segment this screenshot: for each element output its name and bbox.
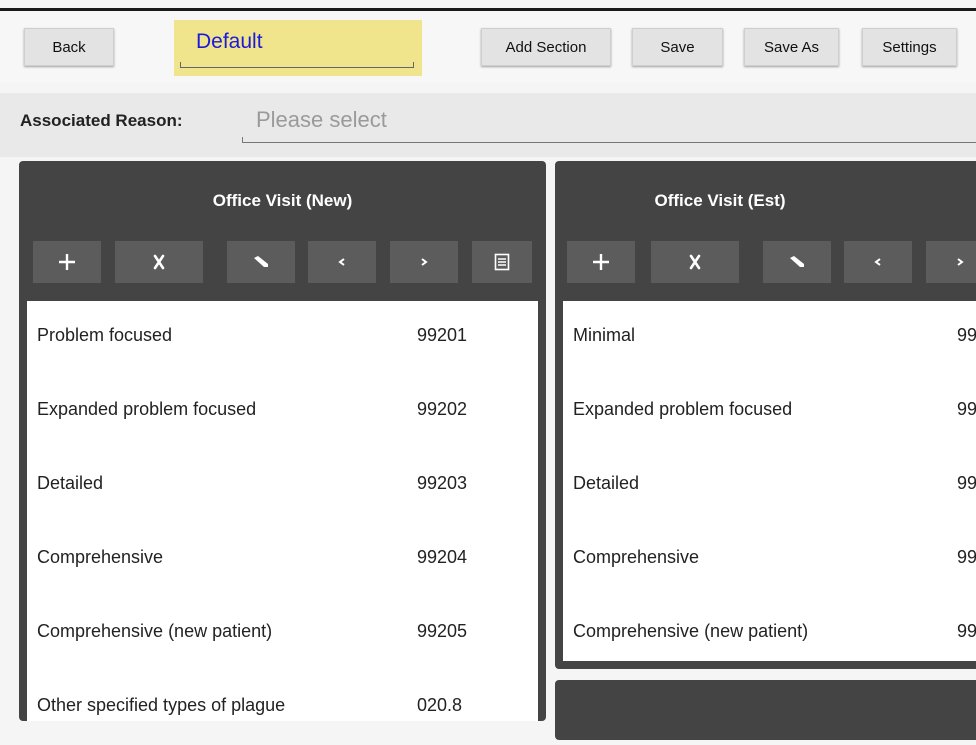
add-section-button[interactable]: Add Section xyxy=(481,28,611,66)
plus-icon xyxy=(59,254,75,270)
section-panel-office-visit-new: Office Visit (New) Problem focused 99201… xyxy=(19,161,546,721)
item-label: Comprehensive (new patient) xyxy=(573,621,809,641)
item-code: 99204 xyxy=(417,547,468,567)
item-code: 99 xyxy=(957,325,976,345)
delete-item-button[interactable] xyxy=(651,241,739,283)
item-code: 99203 xyxy=(417,473,468,493)
item-label: Comprehensive xyxy=(37,547,164,567)
list-item[interactable]: Comprehensive 99 xyxy=(563,523,976,597)
associated-reason-label: Associated Reason: xyxy=(20,111,183,130)
list-item[interactable]: Comprehensive 99204 xyxy=(27,523,538,597)
add-item-button[interactable] xyxy=(33,241,101,283)
template-title: Default xyxy=(196,30,263,53)
item-label: Comprehensive (new patient) xyxy=(37,621,273,641)
section-panel-next xyxy=(555,680,976,740)
section-panel-office-visit-est: Office Visit (Est) Minimal 99 Expanded p… xyxy=(555,161,976,669)
plus-icon xyxy=(593,254,609,270)
item-label: Expanded problem focused xyxy=(573,399,793,419)
item-label: Comprehensive xyxy=(573,547,700,567)
list-item[interactable]: Expanded problem focused 99 xyxy=(563,375,976,449)
list-item[interactable]: Other specified types of plague 020.8 xyxy=(27,671,538,745)
save-button[interactable]: Save xyxy=(632,28,723,66)
item-code: 99 xyxy=(957,621,976,641)
reason-underline xyxy=(242,137,976,143)
list-item[interactable]: Problem focused 99201 xyxy=(27,301,538,375)
item-code: 99201 xyxy=(417,325,468,345)
panel-title: Office Visit (Est) xyxy=(654,191,786,210)
chevron-left-icon xyxy=(338,258,345,266)
item-label: Other specified types of plague xyxy=(37,695,286,715)
settings-button[interactable]: Settings xyxy=(862,28,957,66)
list-item[interactable]: Minimal 99 xyxy=(563,301,976,375)
item-label: Detailed xyxy=(37,473,104,493)
cross-icon xyxy=(153,254,165,270)
pencil-icon xyxy=(790,256,804,267)
chevron-right-icon xyxy=(957,258,964,266)
delete-item-button[interactable] xyxy=(115,241,203,283)
add-item-button[interactable] xyxy=(567,241,635,283)
edit-item-button[interactable] xyxy=(227,241,295,283)
list-item[interactable]: Expanded problem focused 99202 xyxy=(27,375,538,449)
item-label: Detailed xyxy=(573,473,640,493)
item-list: Minimal 99 Expanded problem focused 99 D… xyxy=(563,301,976,661)
item-code: 99205 xyxy=(417,621,468,641)
item-code: 020.8 xyxy=(417,695,463,715)
move-left-button[interactable] xyxy=(308,241,376,283)
list-item[interactable]: Detailed 99203 xyxy=(27,449,538,523)
item-label: Problem focused xyxy=(37,325,173,345)
chevron-left-icon xyxy=(874,258,881,266)
pencil-icon xyxy=(254,256,268,267)
item-code: 99202 xyxy=(417,399,468,419)
cross-icon xyxy=(689,254,701,270)
list-view-button[interactable] xyxy=(472,241,532,283)
edit-item-button[interactable] xyxy=(763,241,831,283)
item-label: Expanded problem focused xyxy=(37,399,257,419)
save-as-button[interactable]: Save As xyxy=(744,28,839,66)
list-item[interactable]: Comprehensive (new patient) 99205 xyxy=(27,597,538,671)
move-left-button[interactable] xyxy=(844,241,912,283)
item-code: 99 xyxy=(957,547,976,567)
back-button[interactable]: Back xyxy=(24,28,114,66)
list-item[interactable]: Comprehensive (new patient) 99 xyxy=(563,597,976,671)
item-code: 99 xyxy=(957,399,976,419)
item-code: 99 xyxy=(957,473,976,493)
item-list: Problem focused 99201 Expanded problem f… xyxy=(27,301,538,721)
associated-reason-select[interactable]: Please select xyxy=(256,107,387,133)
list-icon xyxy=(494,253,510,271)
chevron-right-icon xyxy=(421,258,428,266)
associated-reason-bar: Associated Reason: Please select xyxy=(0,93,976,157)
list-item[interactable]: Detailed 99 xyxy=(563,449,976,523)
template-title-field[interactable]: Default xyxy=(174,20,422,76)
title-underline xyxy=(180,62,414,68)
move-right-button[interactable] xyxy=(926,241,976,283)
item-label: Minimal xyxy=(573,325,636,345)
move-right-button[interactable] xyxy=(390,241,458,283)
panel-title: Office Visit (New) xyxy=(212,191,353,210)
